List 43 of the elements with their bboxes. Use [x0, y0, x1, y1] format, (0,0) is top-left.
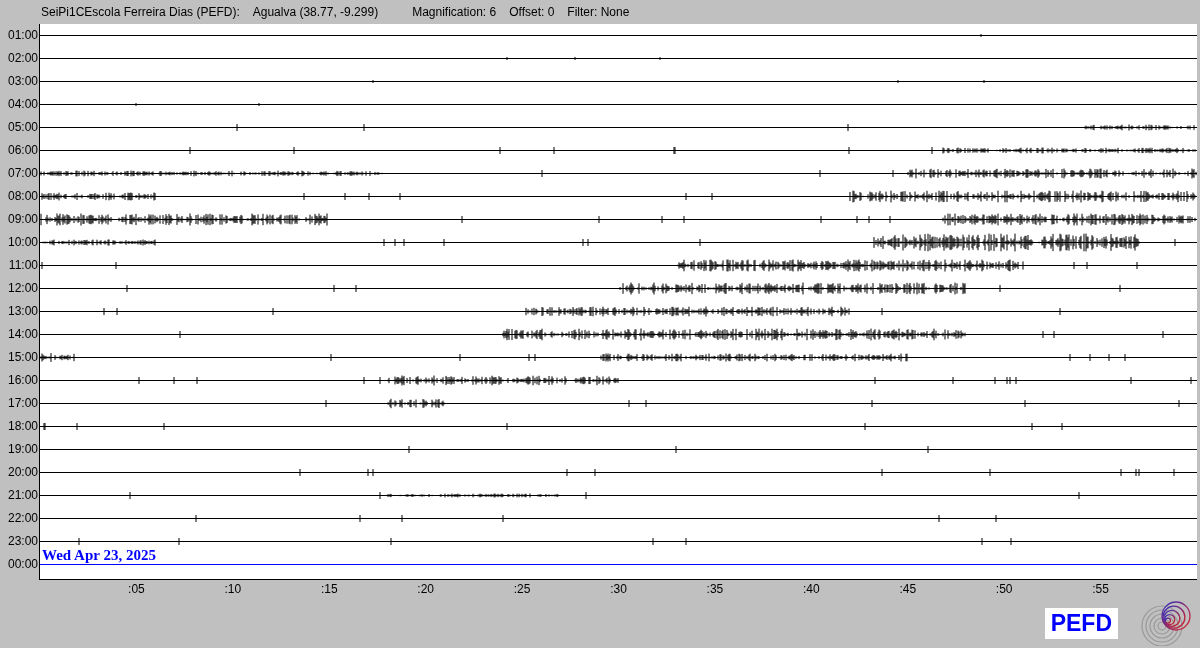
minute-tick-label: :40: [803, 582, 820, 596]
hour-label: 04:00: [6, 96, 39, 113]
hour-label: 05:00: [6, 119, 39, 136]
hour-label: 12:00: [6, 280, 39, 297]
minute-tick-label: :35: [706, 582, 724, 596]
station-logo: PEFD: [1044, 607, 1118, 639]
hour-label: 09:00: [6, 211, 39, 228]
minute-tick-label: :15: [320, 582, 338, 596]
minute-tick-label: :45: [899, 582, 917, 596]
magnification-label: Magnification: 6: [412, 4, 497, 19]
date-label: Wed Apr 23, 2025: [42, 548, 156, 563]
concentric-circles-icon: [1140, 600, 1192, 646]
offset-label: Offset: 0: [509, 4, 555, 19]
hour-label: 10:00: [6, 234, 39, 251]
minute-tick-label: :55: [1092, 582, 1109, 596]
minute-tick-label: :05: [128, 582, 145, 596]
hour-label: 13:00: [6, 303, 39, 320]
location-label: Agualva (38.77, -9.299): [252, 4, 379, 19]
hour-label: 07:00: [6, 165, 39, 182]
minute-tick-label: :50: [995, 582, 1013, 596]
hour-label: 16:00: [6, 372, 39, 389]
minute-tick-label: :30: [610, 582, 627, 596]
minute-tick-label: :20: [417, 582, 434, 596]
hour-label: 23:00: [6, 533, 39, 550]
hour-label: 00:00: [6, 556, 39, 573]
hour-label: 15:00: [6, 349, 39, 366]
hour-label: 19:00: [6, 441, 39, 458]
minute-tick-label: :25: [513, 582, 531, 596]
hour-label: 02:00: [6, 50, 39, 67]
hour-label: 22:00: [6, 510, 39, 527]
hour-label: 08:00: [6, 188, 39, 205]
hour-label: 17:00: [6, 395, 39, 412]
minute-tick-label: :10: [224, 582, 242, 596]
hour-label: 11:00: [7, 257, 39, 274]
hour-label: 14:00: [6, 326, 39, 343]
station-name: SeiPi1CEscola Ferreira Dias (PEFD):: [41, 4, 240, 19]
hour-label: 01:00: [6, 27, 39, 44]
hour-label: 06:00: [6, 142, 39, 159]
hour-label: 21:00: [6, 487, 39, 504]
hour-label: 20:00: [6, 464, 39, 481]
hour-label: 03:00: [6, 73, 39, 90]
filter-label: Filter: None: [567, 4, 630, 19]
hour-label: 18:00: [6, 418, 39, 435]
